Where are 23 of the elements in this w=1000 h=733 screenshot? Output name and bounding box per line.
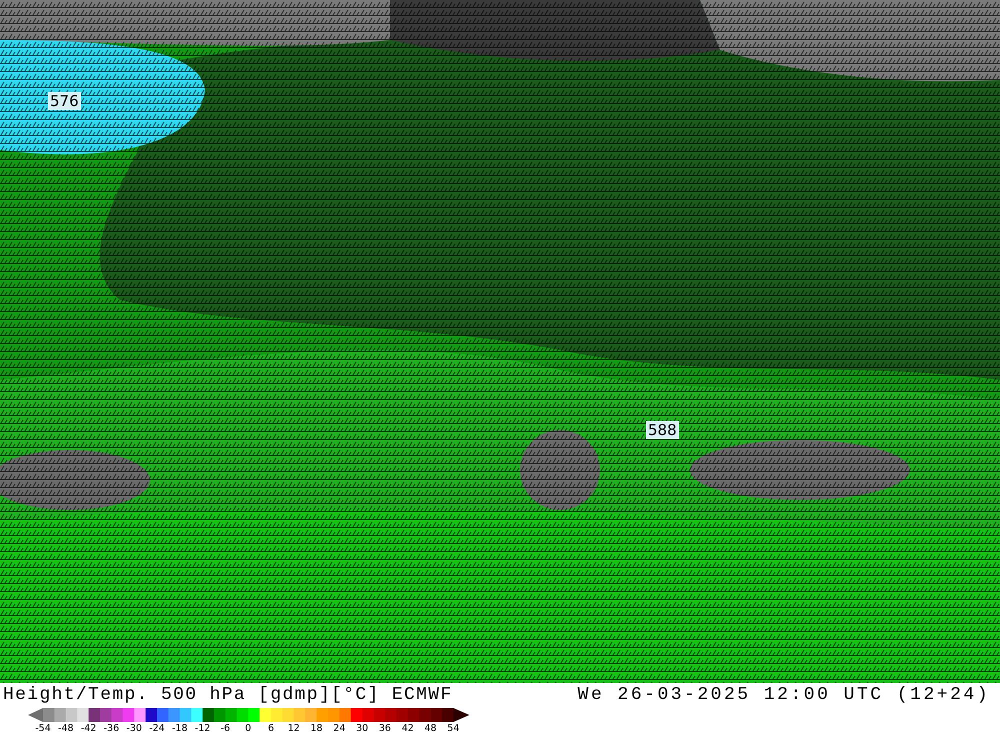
colorbar-tick-label: -48 — [57, 723, 75, 733]
colorbar-tick-label: 0 — [244, 723, 252, 733]
colorbar-tick-label: -42 — [80, 723, 98, 733]
colorbar-tick-label: 6 — [266, 723, 275, 733]
colorbar-tick-label: -18 — [171, 723, 189, 733]
colorbar-tick-label: 54 — [446, 723, 460, 733]
colorbar-tick-label: 42 — [400, 723, 415, 733]
colorbar-tick-label: -30 — [125, 723, 143, 733]
colorbar-tick-label: 36 — [378, 723, 392, 733]
colorbar-tick-label: -24 — [148, 723, 166, 733]
colorbar-tick-label: 30 — [355, 723, 370, 733]
colorbar-tick-label: -12 — [194, 723, 212, 733]
colorbar-tick-label: -6 — [220, 723, 232, 733]
contour-label: 576 — [48, 92, 81, 110]
colorbar-tick-label: 48 — [423, 723, 438, 733]
colorbar-tick-label: 12 — [286, 723, 301, 733]
map-title: Height/Temp. 500 hPa [gdmp][°C] ECMWF — [3, 685, 453, 705]
valid-time: We 26-03-2025 12:00 UTC (12+24) — [578, 685, 990, 705]
colorbar-tick-label: 18 — [310, 723, 324, 733]
colorbar-tick-label: 24 — [332, 723, 346, 733]
contour-label: 588 — [646, 421, 679, 439]
colorbar-tick-label: -54 — [34, 723, 52, 733]
colorbar-tick-label: -36 — [102, 723, 120, 733]
